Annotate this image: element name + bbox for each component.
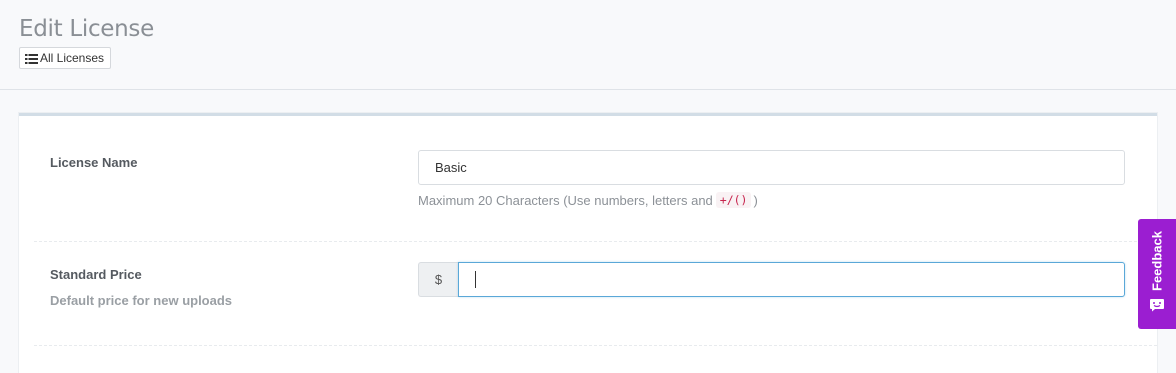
- license-name-input[interactable]: [418, 150, 1125, 185]
- page-header: Edit License All Licenses: [0, 0, 1176, 90]
- list-icon: [25, 53, 38, 64]
- standard-price-description: Default price for new uploads: [50, 293, 233, 308]
- row-divider: [34, 345, 1157, 346]
- license-name-help: Maximum 20 Characters (Use numbers, lett…: [418, 192, 758, 208]
- all-licenses-label: All Licenses: [40, 51, 105, 65]
- chat-bubble-icon: [1149, 298, 1165, 312]
- text-cursor: [475, 271, 476, 288]
- license-name-help-text: Maximum 20 Characters (Use numbers, lett…: [418, 192, 713, 208]
- allowed-characters-code: +/(): [715, 192, 752, 208]
- license-name-help-suffix: ): [753, 192, 758, 208]
- standard-price-label: Standard Price: [50, 267, 142, 282]
- row-divider: [34, 241, 1157, 242]
- all-licenses-button[interactable]: All Licenses: [19, 47, 112, 69]
- page-title: Edit License: [19, 16, 154, 42]
- feedback-tab[interactable]: Feedback: [1138, 219, 1176, 329]
- license-name-label: License Name: [50, 155, 138, 170]
- currency-symbol: $: [434, 272, 443, 287]
- standard-price-input[interactable]: [458, 262, 1125, 297]
- feedback-label: Feedback: [1149, 231, 1165, 291]
- currency-addon: $: [418, 262, 458, 297]
- edit-license-form: License Name Maximum 20 Characters (Use …: [19, 113, 1157, 373]
